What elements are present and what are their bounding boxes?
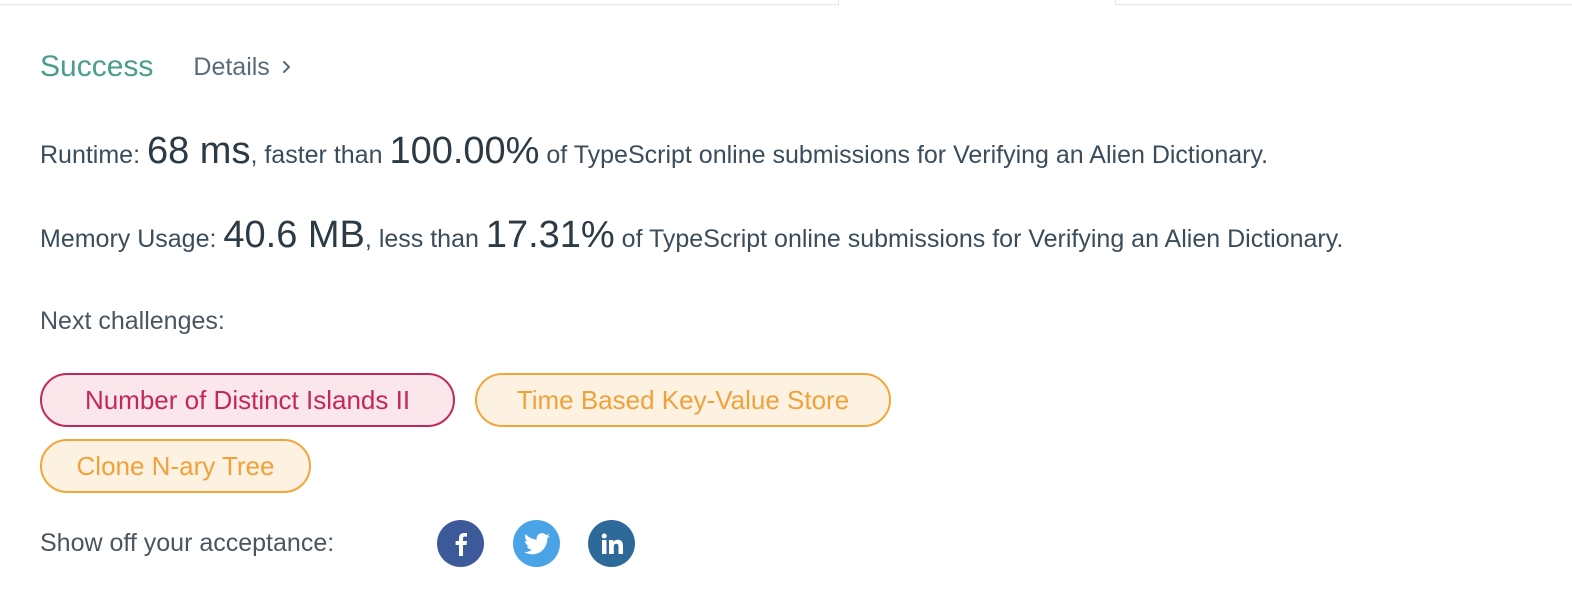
share-label: Show off your acceptance:: [40, 529, 335, 557]
details-link[interactable]: Details: [193, 53, 290, 82]
active-tab-gap: [838, 0, 1116, 5]
status-success-label: Success: [40, 50, 154, 83]
runtime-compare-text: , faster than: [250, 141, 390, 169]
linkedin-icon: [601, 533, 623, 554]
runtime-value: 68 ms: [146, 130, 251, 172]
linkedin-share-button[interactable]: [588, 520, 635, 567]
submission-result-panel: Success Details Runtime: 68 ms, faster t…: [0, 0, 1572, 610]
challenge-chip-hard[interactable]: Number of Distinct Islands II: [40, 373, 455, 427]
tab-strip-border-left: [0, 0, 838, 5]
next-challenges-label: Next challenges:: [40, 307, 225, 335]
memory-value: 40.6 MB: [223, 214, 365, 256]
twitter-icon: [523, 532, 550, 554]
memory-compare-text: , less than: [364, 225, 486, 253]
challenge-chip-medium[interactable]: Clone N-ary Tree: [40, 439, 311, 493]
facebook-share-button[interactable]: [437, 520, 484, 567]
runtime-percent: 100.00%: [389, 130, 540, 172]
runtime-stat: Runtime: 68 ms, faster than 100.00% of T…: [40, 130, 1268, 173]
memory-label: Memory Usage:: [40, 225, 224, 253]
runtime-label: Runtime:: [40, 141, 147, 169]
facebook-icon: [455, 532, 467, 556]
status-row: Success Details: [40, 50, 291, 84]
tab-strip-border-right: [1116, 0, 1572, 5]
twitter-share-button[interactable]: [513, 520, 560, 567]
memory-stat: Memory Usage: 40.6 MB, less than 17.31% …: [40, 214, 1343, 257]
challenge-chip-medium[interactable]: Time Based Key-Value Store: [475, 373, 891, 427]
runtime-suffix: of TypeScript online submissions for Ver…: [539, 141, 1269, 169]
details-label: Details: [193, 52, 270, 81]
memory-suffix: of TypeScript online submissions for Ver…: [614, 225, 1344, 253]
chevron-right-icon: [282, 61, 290, 73]
memory-percent: 17.31%: [485, 214, 615, 256]
